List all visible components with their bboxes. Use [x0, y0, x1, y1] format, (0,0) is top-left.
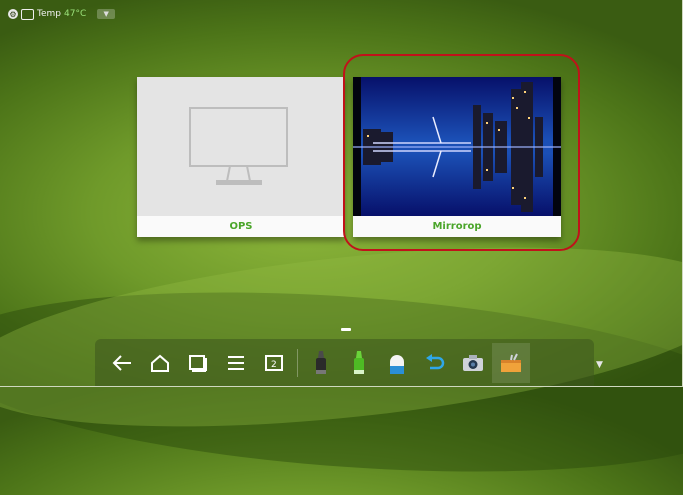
source-card-ops[interactable]: OPS [137, 77, 345, 237]
chevron-down-icon[interactable]: ▼ [97, 9, 116, 19]
taskbar-handle[interactable] [341, 328, 351, 331]
selection-highlight-ring [343, 54, 580, 251]
whiteboard-icon[interactable]: 2 [255, 343, 293, 383]
green-highlighter-icon[interactable] [340, 343, 378, 383]
svg-text:2: 2 [271, 360, 277, 370]
temp-value: 47°C [64, 9, 87, 19]
window-edit-icon[interactable] [21, 8, 34, 20]
back-icon[interactable] [103, 343, 141, 383]
status-bar: ⚙ Temp 47°C ▼ [8, 8, 116, 20]
eraser-icon[interactable] [378, 343, 416, 383]
monitor-icon [189, 107, 288, 185]
settings-badge-icon[interactable]: ⚙ [8, 9, 18, 19]
temp-label: Temp [37, 9, 61, 19]
camera-icon[interactable] [454, 343, 492, 383]
undo-icon[interactable] [416, 343, 454, 383]
menu-icon[interactable] [217, 343, 255, 383]
taskbar-expand-icon[interactable]: ▼ [596, 360, 603, 370]
source-label-ops: OPS [137, 216, 345, 237]
black-marker-icon[interactable] [302, 343, 340, 383]
home-icon[interactable] [141, 343, 179, 383]
ops-preview [137, 77, 345, 216]
taskbar-divider [297, 349, 298, 377]
recent-apps-icon[interactable] [179, 343, 217, 383]
taskbar: 2 [95, 339, 594, 387]
toolbox-icon[interactable] [492, 343, 530, 383]
